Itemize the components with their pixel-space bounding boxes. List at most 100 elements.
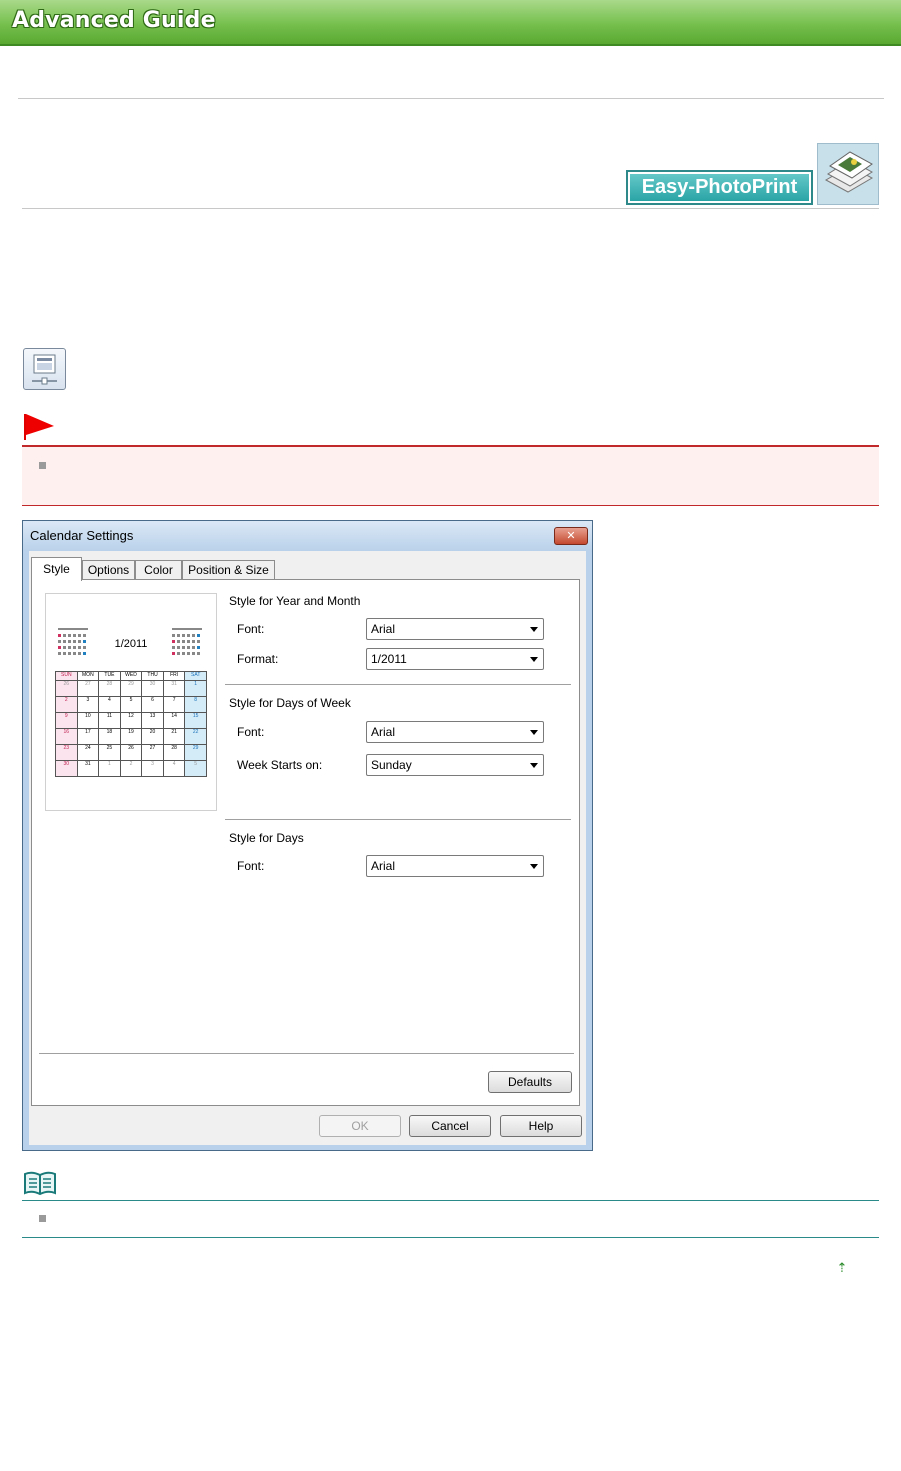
days-of-week-font-label: Font: <box>237 725 265 739</box>
calendar-week-row: 9 10 11 12 13 14 15 <box>55 712 207 729</box>
defaults-button[interactable]: Defaults <box>488 1071 572 1093</box>
day-cell: 3 <box>141 760 164 777</box>
tab-position-size[interactable]: Position & Size <box>182 560 275 580</box>
day-cell: 17 <box>76 728 100 745</box>
weekday-label: SUN <box>55 671 78 681</box>
note-bottom-rule <box>22 1237 879 1238</box>
weekday-header-row: SUN MON TUE WED THU FRI SAT <box>55 671 207 681</box>
day-cell: 15 <box>184 712 207 729</box>
previous-month-mini-icon <box>58 628 88 655</box>
day-cell: 21 <box>162 728 186 745</box>
day-cell: 31 <box>76 760 100 777</box>
calendar-week-row: 26 27 28 29 30 31 1 <box>55 680 207 697</box>
app-logo-icon <box>817 143 879 205</box>
days-font-label: Font: <box>237 859 265 873</box>
weekday-label: WED <box>119 671 143 681</box>
calendar-settings-icon <box>23 348 66 390</box>
header-divider <box>18 98 884 99</box>
ok-button[interactable]: OK <box>319 1115 401 1137</box>
day-cell: 26 <box>55 680 78 697</box>
bullet-icon <box>39 1215 46 1222</box>
note-book-icon <box>23 1170 57 1196</box>
preview-calendar-grid: SUN MON TUE WED THU FRI SAT 26 27 28 29 … <box>55 671 207 777</box>
days-of-week-font-value: Arial <box>371 725 396 739</box>
dropdown-arrow-icon <box>530 627 538 632</box>
day-cell: 27 <box>141 744 164 761</box>
style-tab-panel: 1/2011 SUN MON TUE WED THU FRI SAT 26 27… <box>31 579 580 1106</box>
week-starts-on-label: Week Starts on: <box>237 758 323 772</box>
preview-month-label: 1/2011 <box>114 638 148 650</box>
tab-color[interactable]: Color <box>135 560 182 580</box>
banner-title: Advanced Guide <box>12 8 216 33</box>
days-section-heading: Style for Days <box>229 831 304 845</box>
day-cell: 1 <box>184 680 207 697</box>
weekday-label: MON <box>76 671 100 681</box>
bullet-icon <box>39 462 46 469</box>
day-cell: 14 <box>162 712 186 729</box>
next-month-mini-icon <box>172 628 202 655</box>
day-cell: 23 <box>55 744 78 761</box>
day-cell: 18 <box>98 728 121 745</box>
day-cell: 30 <box>55 760 78 777</box>
day-cell: 1 <box>98 760 121 777</box>
help-button[interactable]: Help <box>500 1115 582 1137</box>
day-cell: 2 <box>55 696 78 713</box>
header-banner: Advanced Guide <box>0 0 901 46</box>
title-divider <box>22 208 879 209</box>
day-cell: 10 <box>76 712 100 729</box>
day-cell: 4 <box>162 760 186 777</box>
day-cell: 16 <box>55 728 78 745</box>
day-cell: 27 <box>76 680 100 697</box>
day-cell: 30 <box>141 680 164 697</box>
weekday-label: SAT <box>184 671 207 681</box>
calendar-week-row: 23 24 25 26 27 28 29 <box>55 744 207 761</box>
important-flag-icon <box>23 413 55 441</box>
tab-options[interactable]: Options <box>82 560 135 580</box>
day-cell: 13 <box>141 712 164 729</box>
cancel-button[interactable]: Cancel <box>409 1115 491 1137</box>
year-month-format-label: Format: <box>237 652 279 666</box>
year-month-font-select[interactable]: Arial <box>366 618 544 640</box>
day-cell: 3 <box>76 696 100 713</box>
dropdown-arrow-icon <box>530 763 538 768</box>
app-badge-label: Easy-PhotoPrint EX <box>630 174 809 225</box>
day-cell: 2 <box>119 760 143 777</box>
dialog-title: Calendar Settings <box>30 528 134 543</box>
day-cell: 19 <box>119 728 143 745</box>
day-cell: 31 <box>162 680 186 697</box>
dropdown-arrow-icon <box>530 657 538 662</box>
days-of-week-font-select[interactable]: Arial <box>366 721 544 743</box>
dropdown-arrow-icon <box>530 864 538 869</box>
calendar-week-row: 16 17 18 19 20 21 22 <box>55 728 207 745</box>
day-cell: 26 <box>119 744 143 761</box>
day-cell: 7 <box>162 696 186 713</box>
days-font-value: Arial <box>371 859 396 873</box>
day-cell: 4 <box>98 696 121 713</box>
day-cell: 6 <box>141 696 164 713</box>
day-cell: 22 <box>184 728 207 745</box>
year-month-font-label: Font: <box>237 622 265 636</box>
page-top-arrow-icon[interactable]: ⇡ <box>836 1262 848 1278</box>
calendar-week-row: 30 31 1 2 3 4 5 <box>55 760 207 777</box>
panel-separator <box>39 1053 574 1055</box>
dialog-titlebar[interactable]: Calendar Settings ✕ <box>23 521 592 551</box>
day-cell: 29 <box>184 744 207 761</box>
tab-style[interactable]: Style <box>31 557 82 581</box>
days-font-select[interactable]: Arial <box>366 855 544 877</box>
calendar-week-row: 2 3 4 5 6 7 8 <box>55 696 207 713</box>
year-month-font-value: Arial <box>371 622 396 636</box>
section-separator <box>225 684 571 686</box>
day-cell: 12 <box>119 712 143 729</box>
year-month-format-select[interactable]: 1/2011 <box>366 648 544 670</box>
day-cell: 9 <box>55 712 78 729</box>
calendar-preview: 1/2011 SUN MON TUE WED THU FRI SAT 26 27… <box>45 593 217 811</box>
calendar-settings-dialog: Calendar Settings ✕ Style Options Color … <box>22 520 593 1151</box>
week-starts-on-value: Sunday <box>371 758 412 772</box>
close-button[interactable]: ✕ <box>554 527 588 545</box>
week-starts-on-select[interactable]: Sunday <box>366 754 544 776</box>
important-note-box <box>22 445 879 506</box>
day-cell: 5 <box>119 696 143 713</box>
weekday-label: TUE <box>98 671 121 681</box>
dialog-body: Style Options Color Position & Size 1/20… <box>29 551 586 1145</box>
day-cell: 28 <box>162 744 186 761</box>
